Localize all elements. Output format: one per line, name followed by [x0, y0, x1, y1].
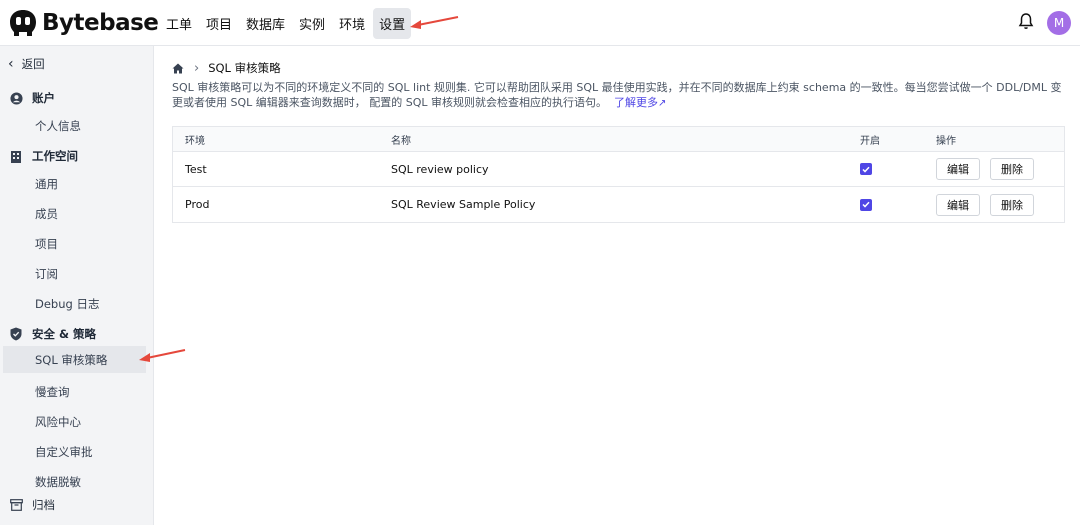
sidebar-item-slow-query[interactable]: 慢查询 — [0, 384, 154, 400]
page-description: SQL 审核策略可以为不同的环境定义不同的 SQL lint 规则集. 它可以帮… — [172, 80, 1065, 111]
header-name: 名称 — [391, 135, 411, 147]
sidebar-item-data-masking[interactable]: 数据脱敏 — [0, 474, 154, 490]
delete-button[interactable]: 删除 — [990, 158, 1034, 180]
back-label: 返回 — [21, 57, 45, 71]
user-circle-icon — [8, 90, 24, 106]
checkmark-icon — [860, 163, 872, 175]
row-policy-name: SQL Review Sample Policy — [391, 198, 536, 211]
row-policy-name: SQL review policy — [391, 162, 489, 176]
table-row[interactable]: Prod SQL Review Sample Policy 编辑 删除 — [173, 187, 1064, 222]
header-environment: 环境 — [185, 135, 205, 147]
checkmark-icon — [860, 198, 872, 211]
learn-more-link[interactable]: 了解更多↗ — [611, 96, 667, 109]
table-header: 环境 名称 开启 操作 — [173, 127, 1064, 152]
nav-item-instances[interactable]: 实例 — [293, 8, 331, 39]
row-environment: Test — [185, 162, 207, 176]
avatar[interactable]: M — [1047, 11, 1071, 35]
nav-item-projects[interactable]: 项目 — [200, 8, 238, 39]
building-icon — [8, 148, 24, 164]
sidebar-item-general[interactable]: 通用 — [0, 176, 154, 192]
sidebar-section-workspace: 工作空间 — [0, 148, 154, 164]
delete-button[interactable]: 删除 — [990, 193, 1034, 216]
row-actions: 编辑 删除 — [936, 152, 1044, 186]
sidebar-item-subscription[interactable]: 订阅 — [0, 266, 154, 282]
edit-button[interactable]: 编辑 — [936, 158, 980, 180]
annotation-arrow-top — [410, 16, 459, 29]
sidebar-item-risk-center[interactable]: 风险中心 — [0, 414, 154, 430]
shield-icon — [8, 326, 24, 342]
table-row[interactable]: Test SQL review policy 编辑 删除 — [173, 152, 1064, 187]
enabled-checkbox[interactable] — [860, 187, 872, 222]
row-actions: 编辑 删除 — [936, 187, 1044, 222]
archive-icon — [8, 497, 24, 513]
brand-name: Bytebase — [42, 10, 159, 36]
sidebar-item-custom-approval[interactable]: 自定义审批 — [0, 444, 154, 460]
sidebar-item-debug-log[interactable]: Debug 日志 — [0, 296, 154, 312]
sql-review-table: 环境 名称 开启 操作 Test SQL review policy 编辑 删除… — [172, 126, 1065, 223]
nav-item-databases[interactable]: 数据库 — [240, 8, 291, 39]
sidebar-item-archive[interactable]: 归档 — [0, 497, 154, 513]
back-link[interactable]: ‹ 返回 — [8, 56, 162, 72]
external-link-icon: ↗ — [658, 98, 667, 109]
chevron-right-icon: › — [194, 60, 200, 76]
nav-item-environments[interactable]: 环境 — [333, 8, 371, 39]
bell-icon[interactable] — [1018, 12, 1034, 34]
top-bar: Bytebase 工单 项目 数据库 实例 环境 设置 M — [0, 0, 1080, 46]
home-icon[interactable] — [172, 63, 184, 74]
sidebar-section-account: 账户 — [0, 90, 154, 106]
sidebar-item-projects[interactable]: 项目 — [0, 236, 154, 252]
sidebar-item-profile[interactable]: 个人信息 — [0, 118, 154, 134]
breadcrumb-current: SQL 审核策略 — [208, 61, 281, 75]
enabled-checkbox[interactable] — [860, 152, 872, 186]
sidebar-item-sql-review[interactable]: SQL 审核策略 — [3, 346, 146, 373]
header-actions: 操作 — [936, 135, 956, 147]
logo[interactable]: Bytebase — [8, 8, 159, 38]
nav-item-issues[interactable]: 工单 — [160, 8, 198, 39]
header-enabled: 开启 — [860, 135, 880, 147]
bytebase-logo-icon — [10, 10, 36, 36]
sidebar-section-security: 安全 & 策略 — [0, 326, 154, 342]
edit-button[interactable]: 编辑 — [936, 193, 980, 216]
sidebar: ‹ 返回 账户 个人信息 工作空间 通用 成员 项目 订阅 Debug 日志 安… — [0, 46, 154, 525]
annotation-arrow-sidebar — [139, 349, 186, 362]
breadcrumb: › SQL 审核策略 — [172, 60, 281, 76]
chevron-left-icon: ‹ — [8, 56, 14, 72]
nav-item-settings[interactable]: 设置 — [373, 8, 412, 39]
sidebar-item-members[interactable]: 成员 — [0, 206, 154, 222]
row-environment: Prod — [185, 198, 210, 211]
main-nav: 工单 项目 数据库 实例 环境 设置 — [160, 8, 412, 39]
